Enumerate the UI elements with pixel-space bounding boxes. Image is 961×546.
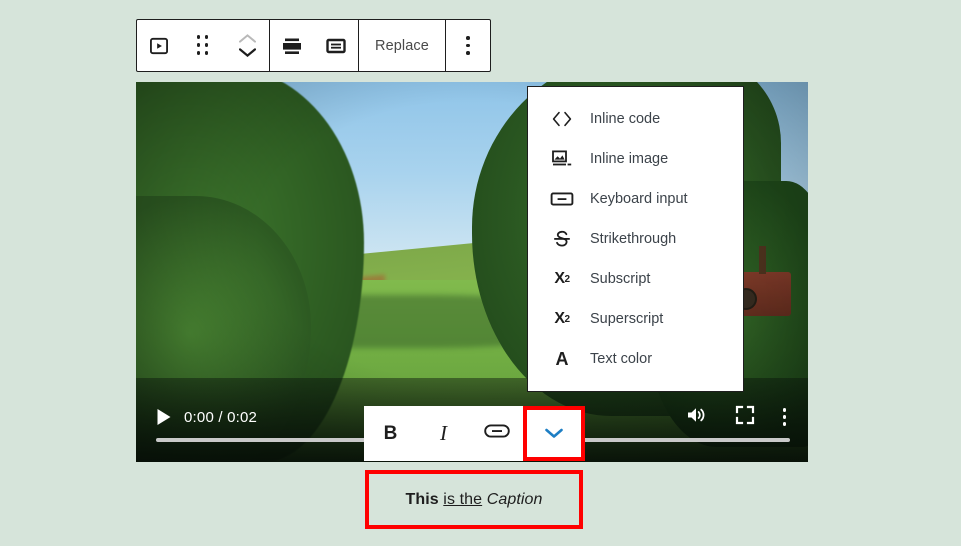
menu-item-subscript[interactable]: X2 Subscript [528, 259, 743, 299]
inline-format-toolbar: B I [364, 406, 585, 461]
more-rich-text-controls-menu: Inline code Inline image Keyboard input … [527, 86, 744, 392]
chevron-down-icon [544, 423, 564, 445]
menu-item-label: Keyboard input [590, 191, 688, 207]
subscript-icon: X2 [554, 270, 570, 287]
align-icon [280, 34, 304, 58]
menu-item-inline-code[interactable]: Inline code [528, 99, 743, 139]
menu-item-label: Strikethrough [590, 231, 677, 247]
caption-text: This is the Caption [405, 491, 542, 509]
link-button[interactable] [470, 406, 523, 461]
align-button[interactable] [270, 20, 314, 71]
drag-handle-icon [196, 35, 210, 56]
bold-button[interactable]: B [364, 406, 417, 461]
video-caption[interactable]: This is the Caption [365, 470, 583, 529]
more-rich-text-controls-button[interactable] [523, 406, 585, 461]
more-options-icon [466, 36, 470, 55]
menu-item-label: Text color [590, 351, 653, 367]
menu-item-keyboard-input[interactable]: Keyboard input [528, 179, 743, 219]
caption-settings-button[interactable] [314, 20, 358, 71]
menu-item-label: Inline image [590, 151, 669, 167]
play-button[interactable] [156, 408, 172, 426]
menu-item-label: Superscript [590, 311, 664, 327]
strikethrough-icon [550, 229, 574, 249]
video-block-icon-button[interactable] [137, 20, 181, 71]
inline-code-icon [550, 111, 574, 127]
block-toolbar: Replace [136, 19, 491, 72]
video-time-display: 0:00 / 0:02 [184, 408, 258, 426]
superscript-icon: X2 [554, 310, 570, 327]
menu-item-inline-image[interactable]: Inline image [528, 139, 743, 179]
block-toolbar-group-block [137, 20, 269, 71]
move-block-buttons[interactable] [225, 20, 269, 71]
caption-link-part[interactable]: is the [443, 491, 482, 508]
volume-icon [685, 405, 707, 430]
fullscreen-icon [735, 405, 755, 430]
menu-item-label: Inline code [590, 111, 661, 127]
video-options-icon [782, 408, 786, 426]
caption-italic-part: Caption [486, 490, 543, 508]
link-icon [483, 423, 510, 445]
more-options-button[interactable] [446, 20, 490, 71]
replace-button[interactable]: Replace [359, 20, 445, 71]
inline-image-icon [550, 150, 574, 168]
keyboard-input-icon [550, 191, 574, 207]
chevron-down-icon[interactable] [238, 48, 256, 57]
volume-button[interactable] [685, 405, 707, 430]
caption-bold-part: This [405, 490, 439, 508]
block-toolbar-group-align [270, 20, 358, 71]
video-block-icon [148, 35, 170, 57]
menu-item-strikethrough[interactable]: Strikethrough [528, 219, 743, 259]
screen-root: Replace 0:00 / 0:02 B I Inline code Inli… [0, 0, 961, 546]
chevron-up-icon[interactable] [238, 34, 256, 43]
fullscreen-button[interactable] [735, 405, 755, 430]
text-color-icon: A [555, 348, 569, 369]
drag-handle-button[interactable] [181, 20, 225, 71]
video-options-button[interactable] [782, 408, 786, 426]
caption-settings-icon [324, 34, 348, 58]
menu-item-superscript[interactable]: X2 Superscript [528, 299, 743, 339]
italic-button[interactable]: I [417, 406, 470, 461]
menu-item-text-color[interactable]: A Text color [528, 339, 743, 379]
menu-item-label: Subscript [590, 271, 651, 287]
